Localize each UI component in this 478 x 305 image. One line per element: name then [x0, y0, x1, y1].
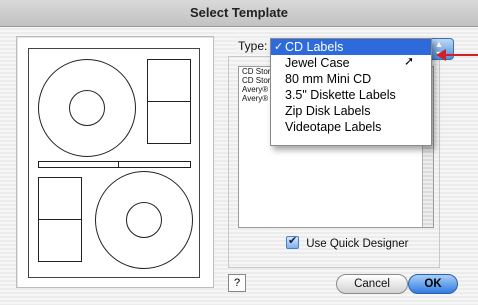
- spine-strip-1: [38, 161, 120, 168]
- quick-designer-checkbox[interactable]: [286, 234, 299, 249]
- menu-item-videotape-labels[interactable]: Videotape Labels: [271, 119, 431, 135]
- menu-item-label: Zip Disk Labels: [285, 104, 371, 118]
- checkmark-icon: ✓: [274, 41, 284, 53]
- cd-hole-top: [69, 90, 105, 126]
- menu-item-label: 3.5" Diskette Labels: [285, 88, 396, 102]
- menu-item-label: Jewel Case: [285, 56, 350, 70]
- insert-label-2: [147, 101, 191, 144]
- dialog-title: Select Template: [0, 0, 478, 27]
- cd-label-bottom: [95, 171, 193, 269]
- menu-item-label: CD Labels: [285, 40, 344, 54]
- cd-label-top: [38, 59, 136, 157]
- type-label: Type:: [236, 39, 270, 53]
- annotation-arrow-line: [444, 54, 478, 56]
- insert-label-3: [38, 177, 82, 220]
- menu-item-label: Videotape Labels: [285, 120, 382, 134]
- cancel-button[interactable]: Cancel: [336, 274, 408, 294]
- mouse-pointer-icon: ➚: [404, 54, 415, 68]
- menu-item-zip-disk-labels[interactable]: Zip Disk Labels: [271, 103, 431, 119]
- menu-item-label: 80 mm Mini CD: [285, 72, 372, 86]
- menu-item-cd-labels[interactable]: ✓ CD Labels: [271, 39, 431, 55]
- menu-item-diskette-labels[interactable]: 3.5" Diskette Labels: [271, 87, 431, 103]
- cd-hole-bottom: [126, 202, 162, 238]
- quick-designer-label: Use Quick Designer: [306, 238, 409, 250]
- help-button[interactable]: ?: [228, 274, 246, 292]
- insert-label-1: [147, 59, 191, 102]
- spine-strip-2: [118, 161, 191, 168]
- quick-designer-row[interactable]: Use Quick Designer: [286, 234, 409, 250]
- annotation-arrow-icon: [436, 49, 446, 61]
- insert-label-4: [38, 219, 82, 262]
- template-preview-sheet: [28, 48, 200, 278]
- ok-button[interactable]: OK: [408, 274, 458, 294]
- menu-item-mini-cd[interactable]: 80 mm Mini CD: [271, 71, 431, 87]
- dialog-window: Select Template Type: CD Stor CD Stor Av…: [0, 0, 478, 305]
